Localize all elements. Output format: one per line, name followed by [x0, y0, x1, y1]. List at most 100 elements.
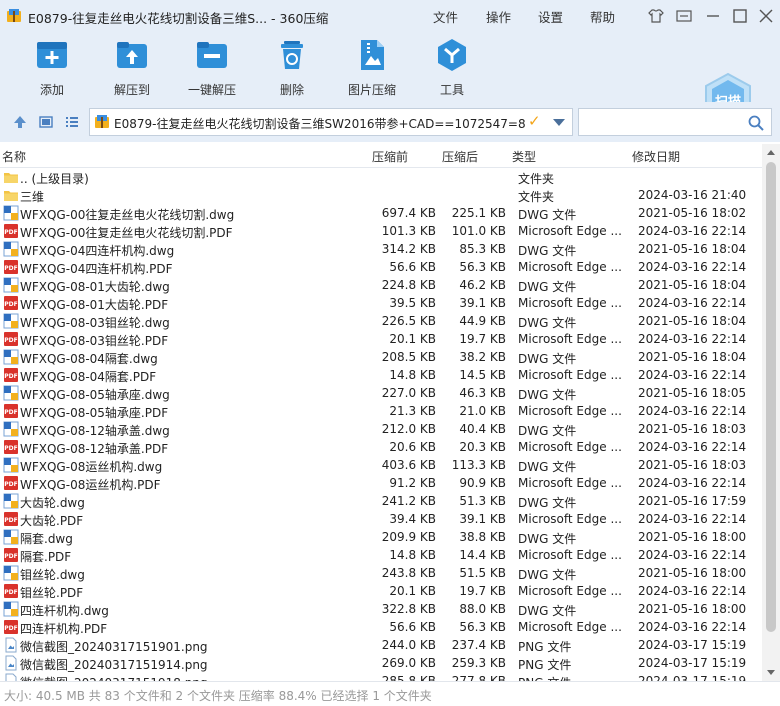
- file-name: WFXQG-08-04隔套.PDF: [20, 370, 157, 384]
- table-row[interactable]: WFXQG-08-12轴承盖.dwg 212.0 KB 40.4 KB DWG 文件 2…: [0, 420, 762, 438]
- table-row[interactable]: PDF WFXQG-08-04隔套.PDF 14.8 KB 14.5 KB Micros…: [0, 366, 762, 384]
- search-icon[interactable]: [747, 114, 765, 132]
- table-row[interactable]: PDF WFXQG-00往复走丝电火花线切割.PDF 101.3 KB 101.0 K…: [0, 222, 762, 240]
- file-type: 文件夹: [518, 190, 555, 204]
- table-row[interactable]: WFXQG-08-04隔套.dwg 208.5 KB 38.2 KB DWG 文件 20…: [0, 348, 762, 366]
- size-after: 21.0 KB: [459, 404, 506, 418]
- menu-help[interactable]: 帮助: [590, 7, 615, 26]
- size-after: 38.8 KB: [459, 530, 506, 544]
- table-row[interactable]: PDF WFXQG-04四连杆机构.PDF 56.6 KB 56.3 KB Micros…: [0, 258, 762, 276]
- table-row[interactable]: 微信截图_20240317151914.png 269.0 KB 259.3 KB P…: [0, 654, 762, 672]
- size-before: 322.8 KB: [381, 602, 436, 616]
- table-row[interactable]: PDF 钼丝轮.PDF 20.1 KB 19.7 KB Microsoft Edge .…: [0, 582, 762, 600]
- file-type: Microsoft Edge ...: [518, 620, 622, 634]
- column-name[interactable]: 名称: [2, 148, 26, 165]
- message-icon[interactable]: [674, 6, 694, 26]
- size-before: 403.6 KB: [381, 458, 436, 472]
- file-type: Microsoft Edge ...: [518, 512, 622, 526]
- table-row[interactable]: PDF 大齿轮.PDF 39.4 KB 39.1 KB Microsoft Edge .…: [0, 510, 762, 528]
- add-button[interactable]: 添加: [17, 38, 87, 98]
- table-row[interactable]: WFXQG-00往复走丝电火花线切割.dwg 697.4 KB 225.1 KB DW…: [0, 204, 762, 222]
- file-type: Microsoft Edge ...: [518, 332, 622, 346]
- maximize-icon[interactable]: [730, 6, 750, 26]
- checkmark-icon: ✓: [528, 112, 541, 130]
- table-row[interactable]: 三维 文件夹 2024-03-16 21:40: [0, 186, 762, 204]
- file-type: 文件夹: [518, 172, 555, 186]
- file-type: Microsoft Edge ...: [518, 368, 622, 382]
- file-type: DWG 文件: [518, 316, 577, 330]
- svg-text:PDF: PDF: [4, 373, 17, 380]
- column-compressed-after[interactable]: 压缩后: [442, 148, 478, 165]
- extract-to-button[interactable]: 解压到: [97, 38, 167, 98]
- table-row[interactable]: 四连杆机构.dwg 322.8 KB 88.0 KB DWG 文件 2021-05-16…: [0, 600, 762, 618]
- size-after: 14.4 KB: [459, 548, 506, 562]
- file-type: DWG 文件: [518, 388, 577, 402]
- table-row[interactable]: PDF WFXQG-08-03钼丝轮.PDF 20.1 KB 19.7 KB Micro…: [0, 330, 762, 348]
- table-row[interactable]: WFXQG-08-05轴承座.dwg 227.0 KB 46.3 KB DWG 文件 2…: [0, 384, 762, 402]
- up-arrow-icon[interactable]: [12, 114, 28, 130]
- size-after: 19.7 KB: [459, 584, 506, 598]
- pdf-file-icon: PDF: [4, 332, 18, 346]
- title-bar: E0879-往复走丝电火花线切割设备三维S... - 360压缩 文件 操作 设…: [0, 0, 780, 32]
- file-name: 微信截图_20240317151914.png: [20, 658, 208, 672]
- dwg-file-icon: [3, 349, 19, 365]
- scroll-down-icon[interactable]: [767, 670, 775, 675]
- menu-file[interactable]: 文件: [433, 7, 458, 26]
- table-row[interactable]: .. (上级目录) 文件夹: [0, 168, 762, 186]
- file-name: WFXQG-08-04隔套.dwg: [20, 352, 158, 366]
- menu-settings[interactable]: 设置: [538, 7, 563, 26]
- table-row[interactable]: WFXQG-04四连杆机构.dwg 314.2 KB 85.3 KB DWG 文件 20…: [0, 240, 762, 258]
- chevron-down-icon[interactable]: [553, 119, 565, 126]
- table-row[interactable]: PDF WFXQG-08-01大齿轮.PDF 39.5 KB 39.1 KB Micro…: [0, 294, 762, 312]
- minimize-icon[interactable]: [703, 6, 723, 26]
- one-click-extract-icon: [197, 42, 227, 68]
- image-compress-button[interactable]: 图片压缩: [337, 38, 407, 98]
- table-row[interactable]: 微信截图_20240317151918.png 285.8 KB 277.8 KB P…: [0, 672, 762, 681]
- table-row[interactable]: PDF 四连杆机构.PDF 56.6 KB 56.3 KB Microsoft Edge…: [0, 618, 762, 636]
- table-row[interactable]: PDF WFXQG-08-12轴承盖.PDF 20.6 KB 20.3 KB Micro…: [0, 438, 762, 456]
- pdf-file-icon: PDF: [4, 440, 18, 454]
- scrollbar-thumb[interactable]: [766, 162, 776, 632]
- svg-text:PDF: PDF: [4, 481, 17, 488]
- file-type: PNG 文件: [518, 674, 571, 681]
- one-click-extract-button[interactable]: 一键解压: [177, 38, 247, 98]
- skin-shirt-icon[interactable]: [646, 6, 666, 26]
- table-row[interactable]: WFXQG-08-01大齿轮.dwg 224.8 KB 46.2 KB DWG 文件 2…: [0, 276, 762, 294]
- file-type: DWG 文件: [518, 568, 577, 582]
- dwg-file-icon: [3, 565, 19, 581]
- png-file-icon: [5, 655, 17, 671]
- path-combobox[interactable]: E0879-往复走丝电火花线切割设备三维SW2016带参+CAD==107254…: [89, 108, 573, 136]
- file-name: 四连杆机构.dwg: [20, 604, 109, 618]
- column-compressed-before[interactable]: 压缩前: [372, 148, 408, 165]
- vertical-scrollbar[interactable]: [762, 144, 780, 681]
- search-input[interactable]: [578, 108, 772, 136]
- delete-button[interactable]: 删除: [257, 38, 327, 98]
- column-modified[interactable]: 修改日期: [632, 148, 680, 165]
- pdf-file-icon: PDF: [4, 548, 18, 562]
- file-type: Microsoft Edge ...: [518, 584, 622, 598]
- file-type: DWG 文件: [518, 424, 577, 438]
- file-name: WFXQG-00往复走丝电火花线切割.dwg: [20, 208, 235, 222]
- table-row[interactable]: PDF 隔套.PDF 14.8 KB 14.4 KB Microsoft Edge ..…: [0, 546, 762, 564]
- table-row[interactable]: 微信截图_20240317151901.png 244.0 KB 237.4 KB P…: [0, 636, 762, 654]
- file-name: 四连杆机构.PDF: [20, 622, 108, 636]
- table-row[interactable]: PDF WFXQG-08运丝机构.PDF 91.2 KB 90.9 KB Microso…: [0, 474, 762, 492]
- table-row[interactable]: WFXQG-08运丝机构.dwg 403.6 KB 113.3 KB DWG 文件 20…: [0, 456, 762, 474]
- close-icon[interactable]: [756, 6, 776, 26]
- modified-date: 2024-03-17 15:19: [638, 638, 747, 652]
- table-row[interactable]: WFXQG-08-03钼丝轮.dwg 226.5 KB 44.9 KB DWG 文件 2…: [0, 312, 762, 330]
- table-row[interactable]: PDF WFXQG-08-05轴承座.PDF 21.3 KB 21.0 KB Micro…: [0, 402, 762, 420]
- pdf-file-icon: PDF: [4, 584, 18, 598]
- file-name: WFXQG-08-01大齿轮.PDF: [20, 298, 169, 312]
- menu-operate[interactable]: 操作: [486, 7, 511, 26]
- table-row[interactable]: 大齿轮.dwg 241.2 KB 51.3 KB DWG 文件 2021-05-16 1…: [0, 492, 762, 510]
- toolbar: 添加 解压到 一键解压 删除 图片压缩 工具: [0, 32, 780, 128]
- tools-button[interactable]: 工具: [417, 38, 487, 98]
- table-row[interactable]: 隔套.dwg 209.9 KB 38.8 KB DWG 文件 2021-05-16 18…: [0, 528, 762, 546]
- table-row[interactable]: 钼丝轮.dwg 243.8 KB 51.5 KB DWG 文件 2021-05-16 1…: [0, 564, 762, 582]
- size-before: 209.9 KB: [381, 530, 436, 544]
- thumbnail-view-icon[interactable]: [38, 114, 54, 130]
- list-view-icon[interactable]: [64, 114, 80, 130]
- column-type[interactable]: 类型: [512, 148, 536, 165]
- scroll-up-icon[interactable]: [767, 150, 775, 155]
